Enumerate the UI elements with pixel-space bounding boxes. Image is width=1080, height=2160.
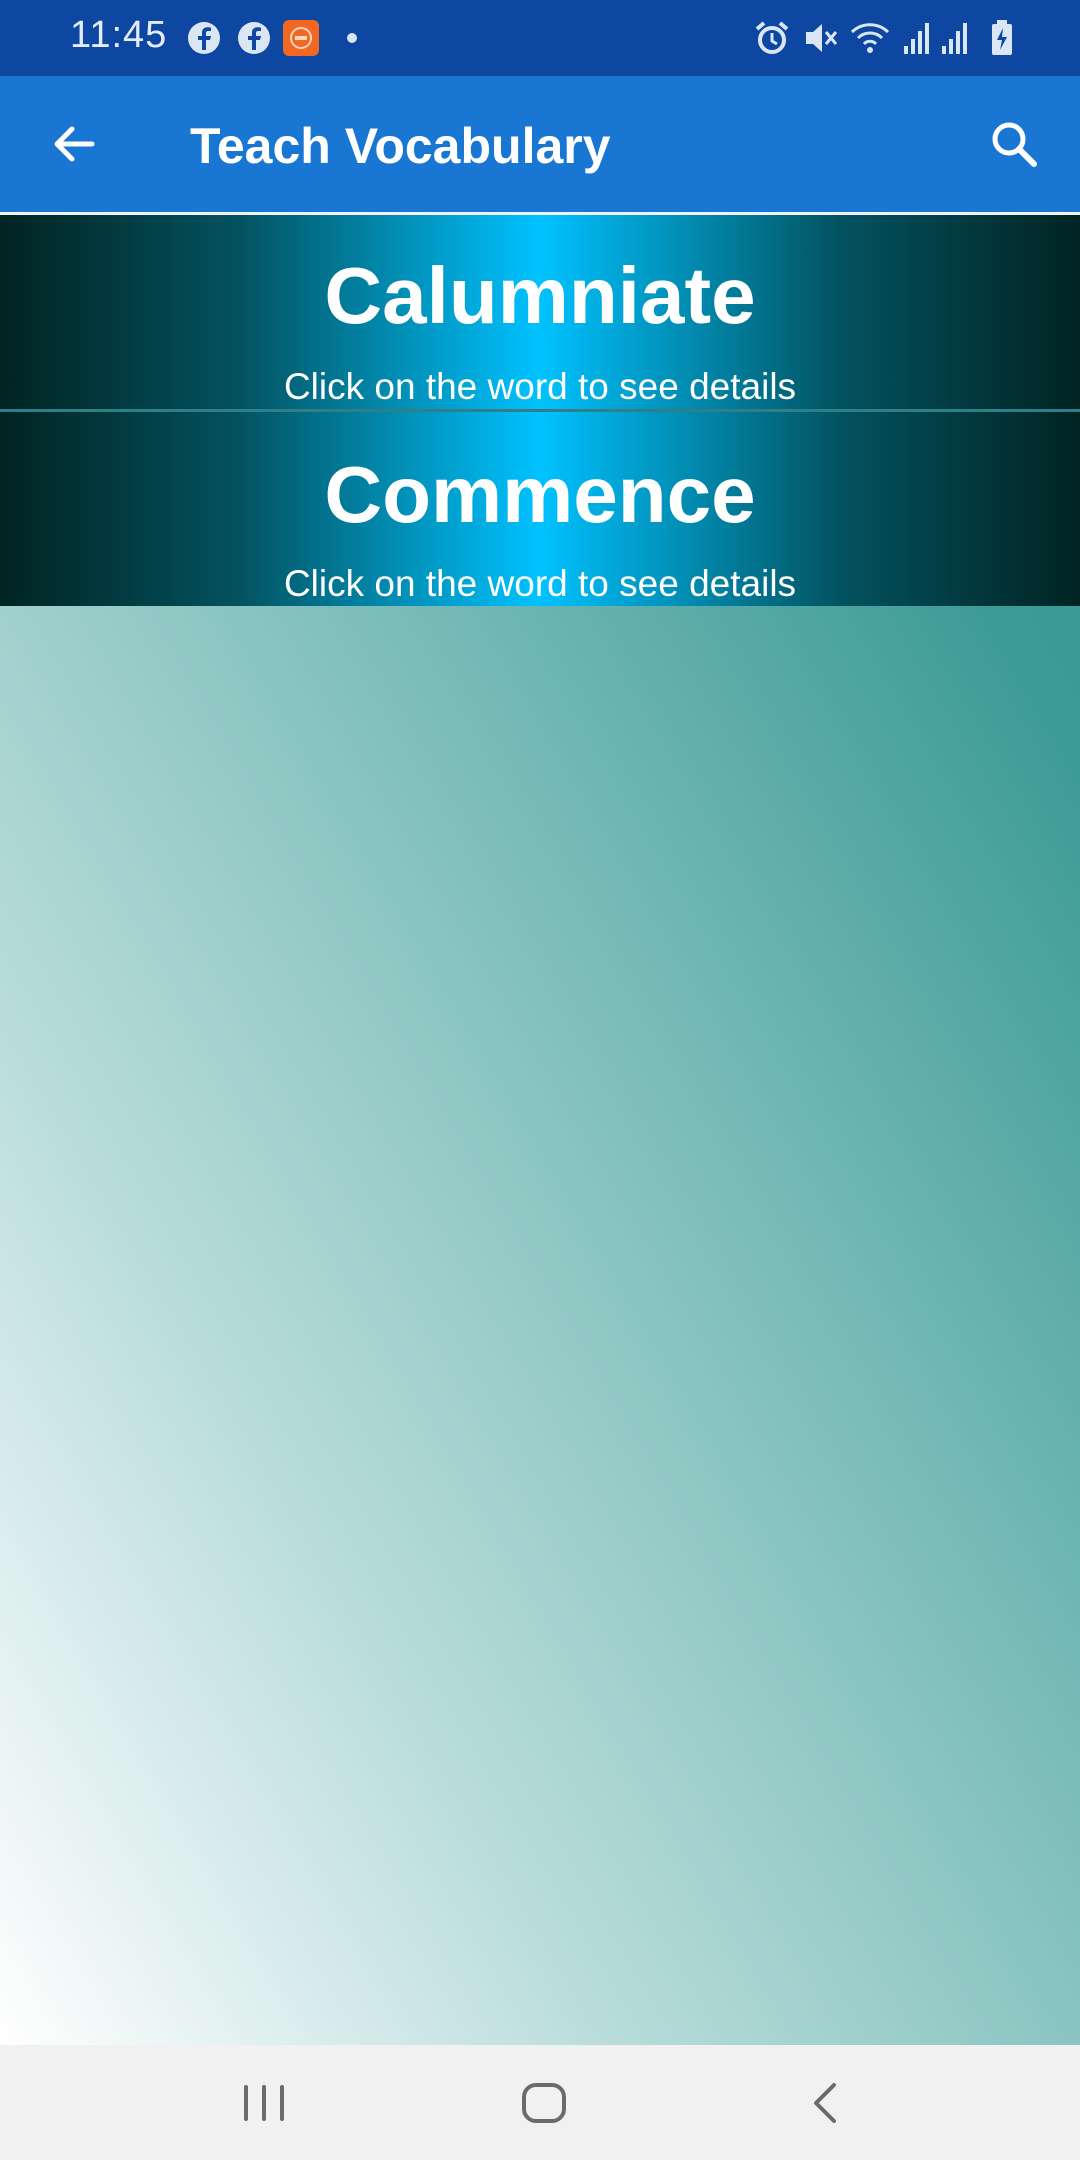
word-title[interactable]: Calumniate: [0, 251, 1080, 341]
recent-apps-icon[interactable]: [234, 2073, 294, 2133]
word-hint: Click on the word to see details: [283, 366, 797, 407]
page-title: Teach Vocabulary: [190, 118, 611, 174]
navigation-bar: [0, 2045, 1080, 2160]
app-notification-icon: [283, 20, 319, 56]
home-icon[interactable]: [514, 2073, 574, 2133]
signal-icon: [904, 23, 929, 54]
facebook-icon: [238, 22, 270, 54]
system-status-icons: [754, 20, 1014, 56]
word-hint: Click on the word to see details: [283, 563, 797, 604]
battery-charging-icon: [992, 20, 1012, 55]
back-icon[interactable]: [796, 2073, 856, 2133]
facebook-icon: [188, 22, 220, 54]
signal-icon: [942, 23, 967, 54]
status-time: 11:45: [70, 14, 168, 56]
dot-icon: [347, 33, 357, 43]
back-arrow-icon[interactable]: [48, 118, 100, 170]
search-icon[interactable]: [988, 118, 1040, 170]
mute-icon: [806, 24, 838, 52]
word-title[interactable]: Commence: [0, 450, 1080, 540]
alarm-icon: [755, 21, 789, 54]
word-card[interactable]: Calumniate Click on the word to see deta…: [0, 215, 1080, 409]
word-card[interactable]: Commence Click on the word to see detail…: [0, 412, 1080, 606]
wifi-icon: [850, 23, 890, 53]
status-bar: 11:45: [0, 0, 1080, 76]
